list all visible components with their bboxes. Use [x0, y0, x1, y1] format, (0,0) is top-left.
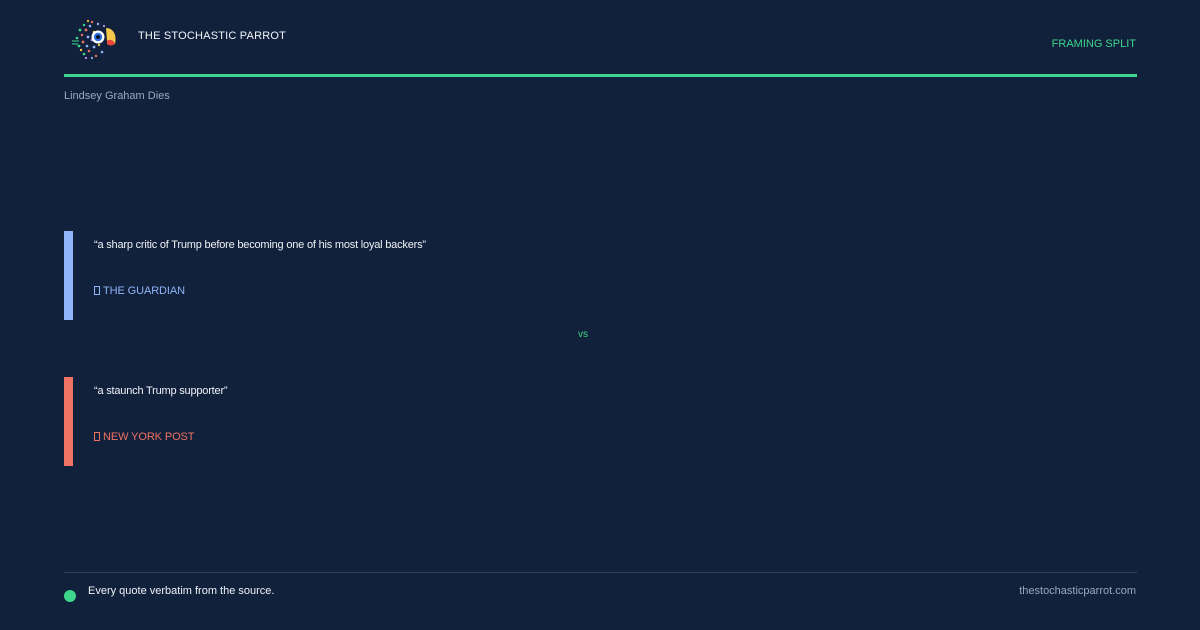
- quote-text: “a sharp critic of Trump before becoming…: [94, 239, 426, 251]
- brand-name: THE STOCHASTIC PARROT: [138, 30, 287, 42]
- quote-source: NEW YORK POST: [94, 431, 195, 443]
- section-tag: FRAMING SPLIT: [1051, 38, 1136, 50]
- status-dot-icon: [64, 590, 76, 602]
- quote-source: THE GUARDIAN: [94, 285, 185, 297]
- footer-note: Every quote verbatim from the source.: [88, 585, 275, 597]
- vs-separator: vs: [578, 329, 588, 340]
- quote-accent-bar: [64, 377, 73, 466]
- source-icon: [94, 432, 100, 441]
- footer-divider: [64, 572, 1137, 573]
- story-title: Lindsey Graham Dies: [64, 90, 170, 102]
- footer-site-link[interactable]: thestochasticparrot.com: [1019, 585, 1136, 597]
- source-icon: [94, 286, 100, 295]
- parrot-logo-icon: [72, 19, 116, 60]
- quote-card-new-york-post: “a staunch Trump supporter” NEW YORK POS…: [64, 377, 1137, 466]
- quote-source-label: NEW YORK POST: [103, 431, 195, 443]
- quote-source-label: THE GUARDIAN: [103, 285, 185, 297]
- quote-card-guardian: “a sharp critic of Trump before becoming…: [64, 231, 1137, 320]
- quote-text: “a staunch Trump supporter”: [94, 385, 228, 397]
- quote-accent-bar: [64, 231, 73, 320]
- header-divider: [64, 74, 1137, 77]
